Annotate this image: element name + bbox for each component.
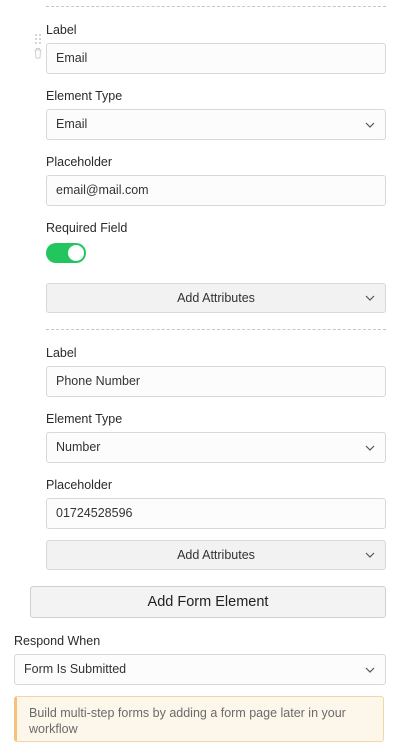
element-type-value: Email [56, 117, 88, 131]
toggle-knob [68, 245, 84, 261]
placeholder-input-value: 01724528596 [56, 506, 133, 520]
element-type-select[interactable]: Number [46, 432, 386, 463]
placeholder-input-value: email@mail.com [56, 183, 149, 197]
add-attributes-button[interactable]: Add Attributes [46, 283, 386, 313]
respond-when-select[interactable]: Form Is Submitted [14, 654, 386, 685]
label-input[interactable]: Email [46, 43, 386, 74]
element-divider [46, 329, 386, 330]
notice-text: Build multi-step forms by adding a form … [29, 706, 346, 736]
form-builder-panel: Label Email Element Type Email Placehold… [0, 0, 405, 752]
chevron-down-icon [365, 122, 375, 128]
label-heading: Label [46, 346, 77, 360]
chevron-down-icon [365, 552, 375, 558]
element-type-select[interactable]: Email [46, 109, 386, 140]
add-form-element-button[interactable]: Add Form Element [30, 586, 386, 618]
chevron-down-icon [365, 667, 375, 673]
element-divider [46, 6, 386, 7]
placeholder-heading: Placeholder [46, 478, 113, 492]
label-input-value: Phone Number [56, 374, 141, 388]
chevron-down-icon [365, 445, 375, 451]
add-attributes-button[interactable]: Add Attributes [46, 540, 386, 570]
respond-when-value: Form Is Submitted [24, 662, 127, 676]
trash-icon[interactable] [33, 47, 43, 59]
placeholder-input[interactable]: email@mail.com [46, 175, 386, 206]
element-type-heading: Element Type [46, 89, 123, 103]
label-input[interactable]: Phone Number [46, 366, 386, 397]
label-heading: Label [46, 23, 77, 37]
required-field-toggle[interactable] [46, 243, 86, 263]
placeholder-heading: Placeholder [46, 155, 113, 169]
respond-when-heading: Respond When [14, 634, 101, 648]
add-attributes-label: Add Attributes [177, 548, 255, 562]
element-type-heading: Element Type [46, 412, 123, 426]
placeholder-input[interactable]: 01724528596 [46, 498, 386, 529]
chevron-down-icon [365, 295, 375, 301]
multi-step-notice: Build multi-step forms by adding a form … [14, 696, 384, 742]
add-attributes-label: Add Attributes [177, 291, 255, 305]
drag-handle-icon[interactable] [33, 33, 43, 45]
label-input-value: Email [56, 51, 88, 65]
element-tools [33, 33, 43, 59]
element-type-value: Number [56, 440, 101, 454]
required-field-heading: Required Field [46, 221, 128, 235]
